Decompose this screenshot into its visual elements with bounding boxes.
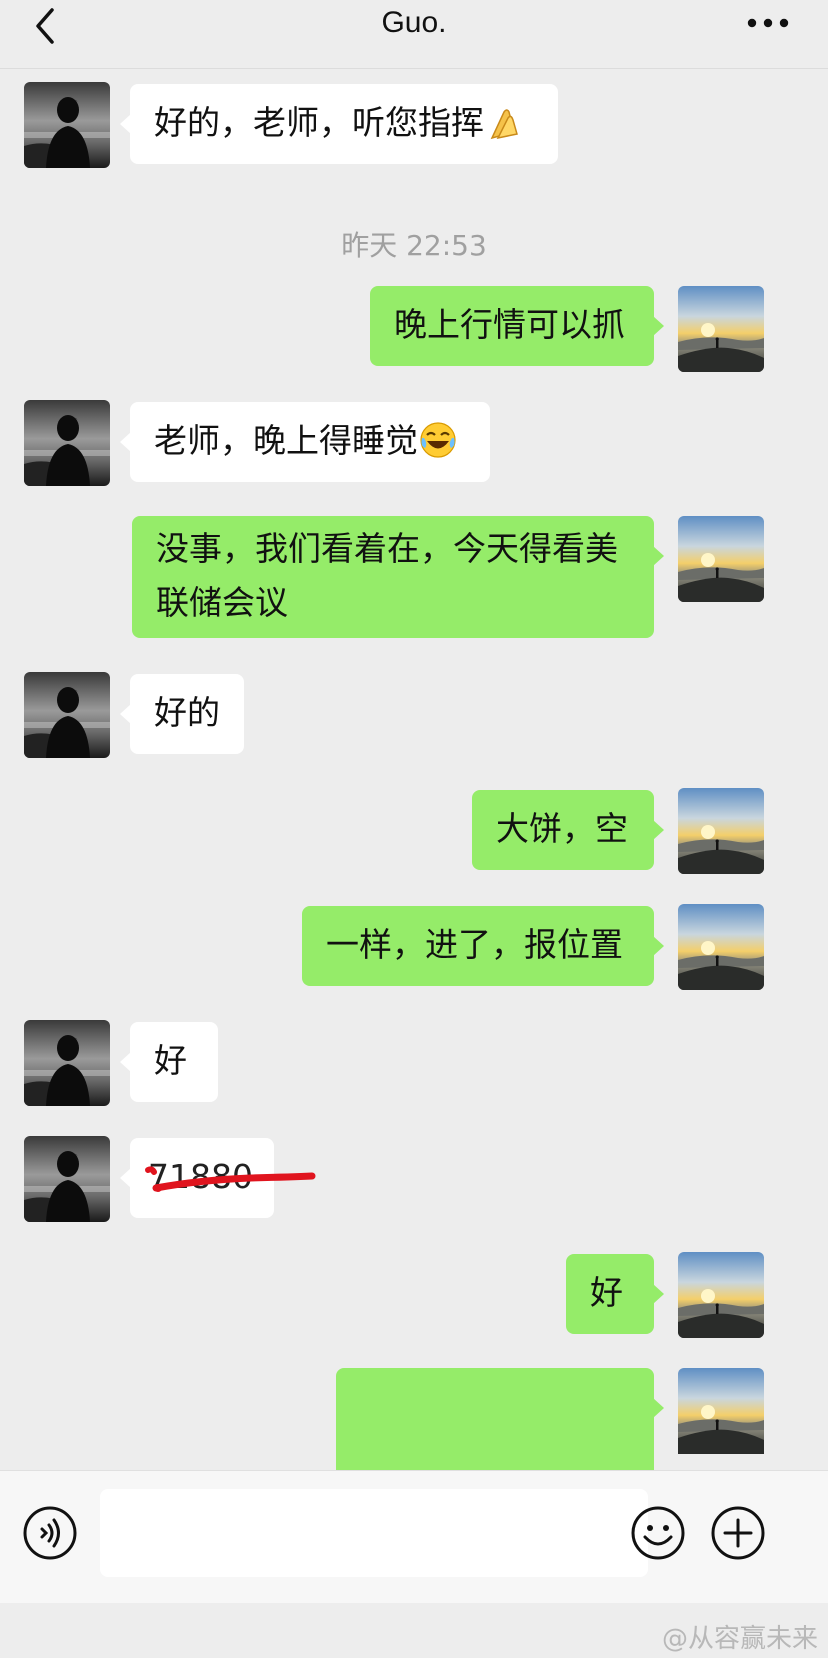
message-input[interactable] xyxy=(100,1489,648,1577)
chat-title: Guo. xyxy=(381,6,447,39)
message-text-line-2: 联储会议 xyxy=(156,583,288,622)
message-text: 好 xyxy=(154,1041,187,1080)
message-text: 好的，老师，听您指挥 xyxy=(154,103,484,142)
plus-button[interactable] xyxy=(710,1505,766,1561)
my-avatar[interactable] xyxy=(678,1368,764,1470)
emoji-button[interactable] xyxy=(630,1505,686,1561)
contact-avatar[interactable] xyxy=(24,1020,110,1106)
received-message-bubble[interactable]: 老师，晚上得睡觉 xyxy=(120,402,490,482)
voice-button[interactable] xyxy=(22,1505,78,1561)
received-message-bubble[interactable]: 好的 xyxy=(120,674,244,754)
more-button[interactable] xyxy=(746,8,790,38)
message-text: 大饼，空 xyxy=(496,809,628,848)
sent-message-bubble[interactable]: 没事，我们看着在，今天得看美 联储会议 xyxy=(132,516,664,638)
message-timestamp: 昨天 22:53 xyxy=(341,229,487,262)
plus-icon xyxy=(711,1506,765,1560)
my-avatar[interactable] xyxy=(678,516,764,602)
message-text: 晚上行情可以抓 xyxy=(394,305,625,344)
sent-message-bubble[interactable]: 大饼，空 xyxy=(472,790,664,870)
contact-avatar[interactable] xyxy=(24,82,110,168)
emoji-icon xyxy=(631,1506,685,1560)
received-message-bubble[interactable]: 好的，老师，听您指挥 xyxy=(120,84,558,164)
message-text: 老师，晚上得睡觉 xyxy=(154,421,418,460)
contact-avatar[interactable] xyxy=(24,1136,110,1222)
chat-input-bar xyxy=(0,1470,828,1603)
more-dots-icon xyxy=(747,18,789,28)
contact-avatar[interactable] xyxy=(24,400,110,486)
sent-message-bubble[interactable]: 一样，进了，报位置 xyxy=(302,906,664,986)
chat-header: Guo. xyxy=(0,0,828,69)
received-message-bubble[interactable]: 好 xyxy=(120,1022,218,1102)
my-avatar[interactable] xyxy=(678,286,764,372)
chat-screen: Guo. 好的，老师，听您指挥 昨天 22:53 晚上行情可以抓 老师，晚上得睡… xyxy=(0,0,828,1658)
sent-message-bubble[interactable]: 好 xyxy=(566,1254,664,1334)
my-avatar[interactable] xyxy=(678,904,764,990)
red-scribble-redaction xyxy=(145,1166,316,1192)
voice-icon xyxy=(23,1506,77,1560)
message-text: 好的 xyxy=(154,693,220,732)
tears-of-joy-emoji-icon xyxy=(420,422,456,458)
message-text: 一样，进了，报位置 xyxy=(326,925,623,964)
message-text-line-1: 没事，我们看着在，今天得看美 xyxy=(156,529,618,568)
message-text: 好 xyxy=(590,1273,623,1312)
my-avatar[interactable] xyxy=(678,788,764,874)
watermark: @从容赢未来 xyxy=(661,1624,818,1654)
praying-hands-emoji-icon xyxy=(490,109,518,140)
my-avatar[interactable] xyxy=(678,1252,764,1338)
contact-avatar[interactable] xyxy=(24,672,110,758)
sent-message-bubble[interactable]: 晚上行情可以抓 xyxy=(370,286,664,366)
sent-message-bubble-partial[interactable] xyxy=(336,1368,664,1470)
